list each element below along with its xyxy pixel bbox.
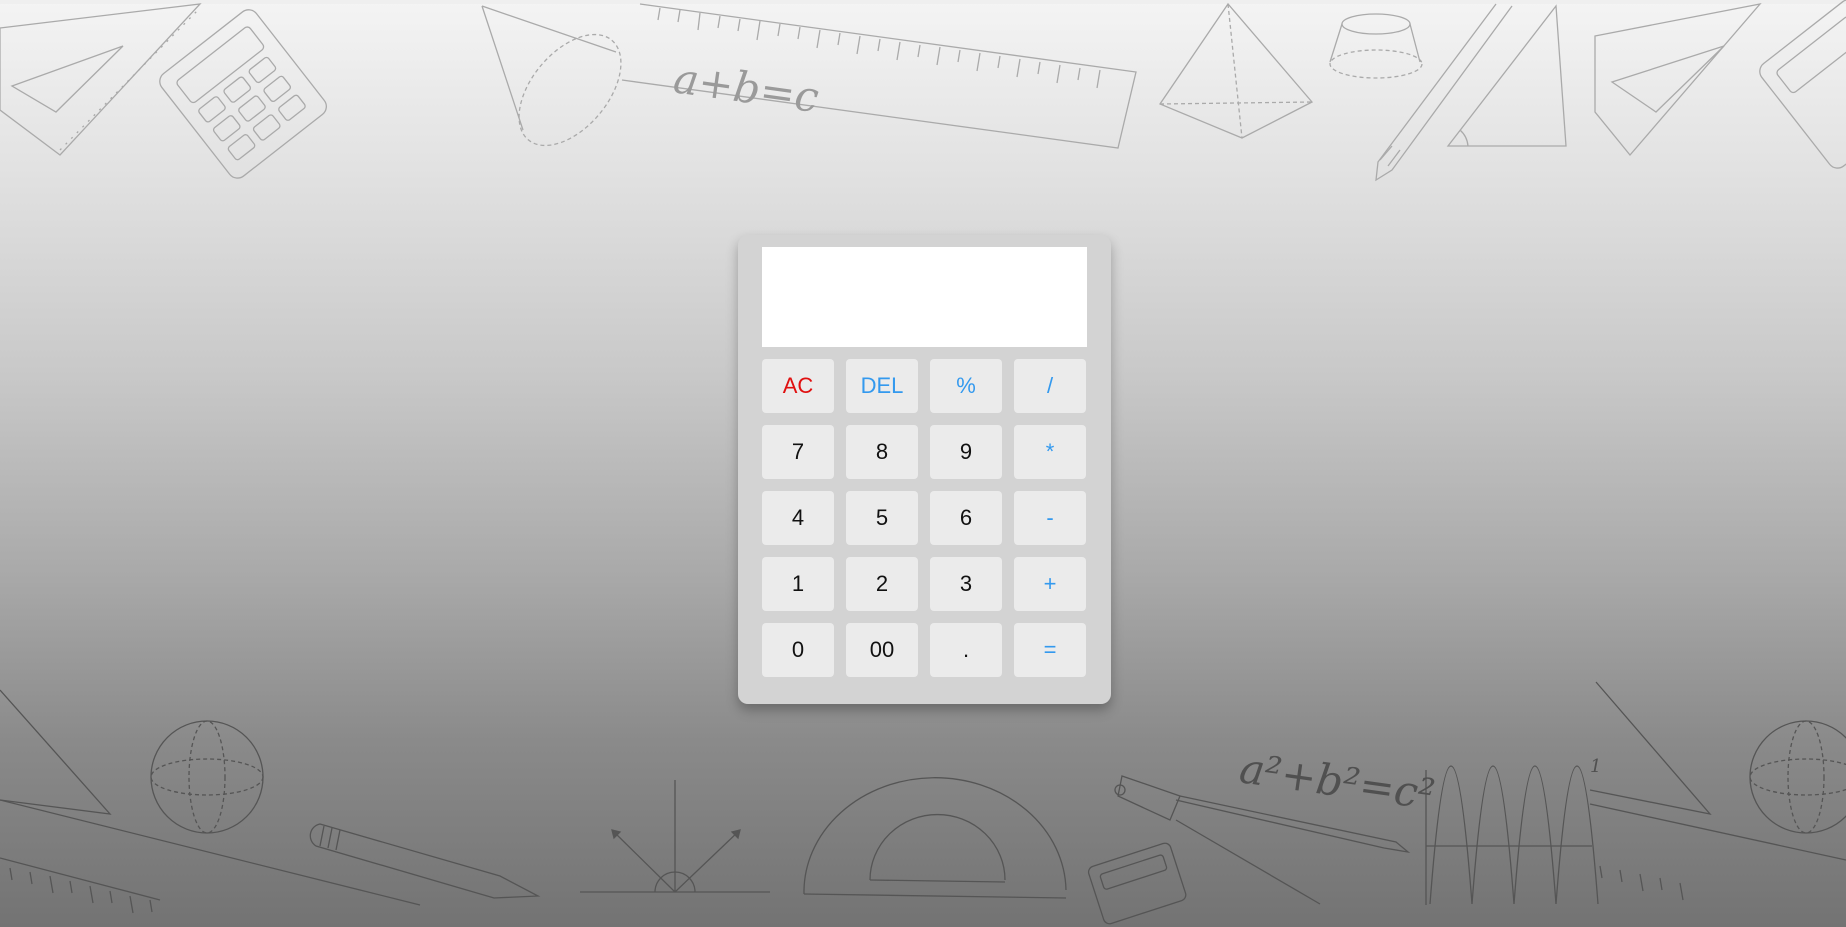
digit-9-button[interactable]: 9 xyxy=(930,425,1002,479)
digit-3-button[interactable]: 3 xyxy=(930,557,1002,611)
percent-button[interactable]: % xyxy=(930,359,1002,413)
digit-1-button[interactable]: 1 xyxy=(762,557,834,611)
equals-button[interactable]: = xyxy=(1014,623,1086,677)
globe-icon-right xyxy=(1749,720,1846,834)
digit-0-button[interactable]: 0 xyxy=(762,623,834,677)
delete-button[interactable]: DEL xyxy=(846,359,918,413)
globe-icon xyxy=(150,720,264,834)
multiply-button[interactable]: * xyxy=(1014,425,1086,479)
cylinder-doodle-icon xyxy=(1329,13,1423,79)
decimal-point-button[interactable]: . xyxy=(930,623,1002,677)
digit-2-button[interactable]: 2 xyxy=(846,557,918,611)
cone-doodle-icon xyxy=(481,5,622,147)
digit-5-button[interactable]: 5 xyxy=(846,491,918,545)
double-zero-button[interactable]: 00 xyxy=(846,623,918,677)
pencil-doodle-icon xyxy=(1375,3,1513,182)
bottom-right-triangle-icon xyxy=(1589,681,1846,901)
calculator-keypad: AC DEL % / 7 8 9 * 4 5 6 - 1 2 3 + 0 00 … xyxy=(762,359,1087,677)
bottom-pencil-icon xyxy=(309,823,541,899)
set-square-icon-right xyxy=(1594,3,1762,157)
all-clear-button[interactable]: AC xyxy=(762,359,834,413)
pyramid-doodle-icon xyxy=(1159,2,1314,139)
set-square-icon xyxy=(0,3,202,156)
calculator-doodle-icon xyxy=(159,9,327,179)
angle-arrows-icon xyxy=(580,780,770,893)
protractor-icon xyxy=(803,776,1067,899)
bottom-ruler-icon xyxy=(0,799,421,914)
digit-7-button[interactable]: 7 xyxy=(762,425,834,479)
calculator: AC DEL % / 7 8 9 * 4 5 6 - 1 2 3 + 0 00 … xyxy=(738,235,1111,704)
divide-button[interactable]: / xyxy=(1014,359,1086,413)
formula-bottom: a²+b²=c² xyxy=(1237,743,1438,819)
bottom-label-1: 1 xyxy=(1590,756,1601,777)
formula-top: a+b=c xyxy=(671,53,822,122)
sine-wave-icon xyxy=(1425,765,1599,905)
calculator-doodle-icon-right xyxy=(1759,0,1846,169)
subtract-button[interactable]: - xyxy=(1014,491,1086,545)
triangle-doodle-icon xyxy=(1446,4,1567,147)
digit-8-button[interactable]: 8 xyxy=(846,425,918,479)
bottom-calculator-icon xyxy=(1087,842,1187,925)
calculator-display xyxy=(762,247,1087,347)
digit-6-button[interactable]: 6 xyxy=(930,491,1002,545)
digit-4-button[interactable]: 4 xyxy=(762,491,834,545)
add-button[interactable]: + xyxy=(1014,557,1086,611)
bottom-triangle-icon xyxy=(0,689,112,815)
